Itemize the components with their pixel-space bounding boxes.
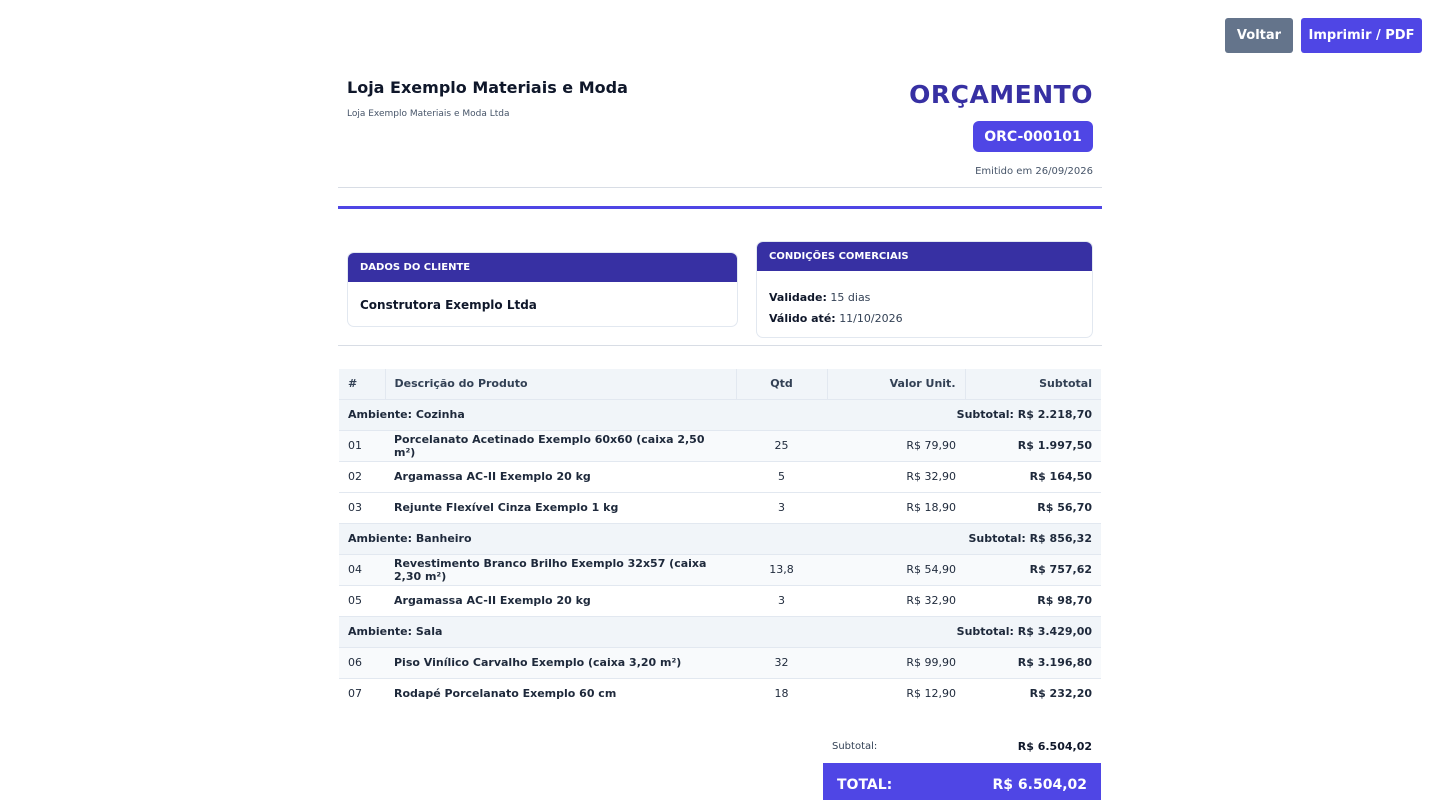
table-row: 05 Argamassa AC-II Exemplo 20 kg 3 R$ 32,90… xyxy=(339,584,1101,616)
validity-line: Validade: 15 dias xyxy=(769,287,1080,308)
item-subtotal: R$ 757,62 xyxy=(965,553,1101,585)
items-table-body: Ambiente: Cozinha Subtotal: R$ 2.218,70 01… xyxy=(339,398,1101,709)
item-quantity: 32 xyxy=(736,646,827,678)
item-subtotal: R$ 1.997,50 xyxy=(965,429,1101,461)
item-quantity: 5 xyxy=(736,460,827,492)
table-row: 07 Rodapé Porcelanato Exemplo 60 cm 18 R$ 1… xyxy=(339,677,1101,709)
item-quantity: 13,8 xyxy=(736,553,827,585)
table-row: 04 Revestimento Branco Brilho Exemplo 32x… xyxy=(339,553,1101,585)
item-description: Porcelanato Acetinado Exemplo 60x60 (cai… xyxy=(385,429,736,461)
item-unit-price: R$ 32,90 xyxy=(827,584,965,616)
item-unit-price: R$ 99,90 xyxy=(827,646,965,678)
section-row: Ambiente: Sala Subtotal: R$ 3.429,00 xyxy=(339,615,1101,647)
conditions-card-heading: CONDIÇÕES COMERCIAIS xyxy=(757,242,1092,271)
total-bar: TOTAL: R$ 6.504,02 xyxy=(823,763,1101,800)
valid-until-label: Válido até: xyxy=(769,312,836,325)
accent-divider xyxy=(338,206,1102,209)
section-separator xyxy=(338,345,1102,346)
item-number: 04 xyxy=(339,553,385,585)
client-card-heading: DADOS DO CLIENTE xyxy=(348,253,737,282)
column-header-subtotal: Subtotal xyxy=(965,369,1101,399)
table-row: 03 Rejunte Flexível Cinza Exemplo 1 kg 3 R$… xyxy=(339,491,1101,523)
item-number: 02 xyxy=(339,460,385,492)
item-description: Rodapé Porcelanato Exemplo 60 cm xyxy=(385,677,736,709)
item-quantity: 3 xyxy=(736,491,827,523)
item-number: 01 xyxy=(339,429,385,461)
document-title: ORÇAMENTO xyxy=(909,80,1093,109)
item-unit-price: R$ 54,90 xyxy=(827,553,965,585)
item-number: 07 xyxy=(339,677,385,709)
print-pdf-button[interactable]: Imprimir / PDF xyxy=(1301,18,1422,53)
subtotal-value: R$ 6.504,02 xyxy=(1017,740,1092,753)
item-quantity: 18 xyxy=(736,677,827,709)
section-name: Ambiente: Sala xyxy=(339,615,736,647)
item-quantity: 3 xyxy=(736,584,827,616)
conditions-card: CONDIÇÕES COMERCIAIS Validade: 15 dias V… xyxy=(756,241,1093,338)
item-unit-price: R$ 12,90 xyxy=(827,677,965,709)
item-unit-price: R$ 32,90 xyxy=(827,460,965,492)
item-description: Argamassa AC-II Exemplo 20 kg xyxy=(385,584,736,616)
table-header-row: # Descrição do Produto Qtd Valor Unit. S… xyxy=(339,369,1101,399)
total-label: TOTAL: xyxy=(837,777,893,793)
section-row: Ambiente: Banheiro Subtotal: R$ 856,32 xyxy=(339,522,1101,554)
section-name: Ambiente: Cozinha xyxy=(339,398,736,430)
valid-until-line: Válido até: 11/10/2026 xyxy=(769,308,1080,329)
item-description: Revestimento Branco Brilho Exemplo 32x57… xyxy=(385,553,736,585)
column-header-unit-price: Valor Unit. xyxy=(827,369,966,399)
section-subtotal: Subtotal: R$ 856,32 xyxy=(736,522,1101,554)
section-row: Ambiente: Cozinha Subtotal: R$ 2.218,70 xyxy=(339,398,1101,430)
section-subtotal: Subtotal: R$ 3.429,00 xyxy=(736,615,1101,647)
document-number-badge: ORC-000101 xyxy=(973,121,1093,152)
item-unit-price: R$ 18,90 xyxy=(827,491,965,523)
company-name: Loja Exemplo Materiais e Moda xyxy=(347,78,628,97)
item-unit-price: R$ 79,90 xyxy=(827,429,965,461)
item-subtotal: R$ 164,50 xyxy=(965,460,1101,492)
item-description: Piso Vinílico Carvalho Exemplo (caixa 3,… xyxy=(385,646,736,678)
table-row: 01 Porcelanato Acetinado Exemplo 60x60 (c… xyxy=(339,429,1101,461)
item-subtotal: R$ 232,20 xyxy=(965,677,1101,709)
column-header-number: # xyxy=(339,369,386,399)
column-header-description: Descrição do Produto xyxy=(385,369,737,399)
table-row: 02 Argamassa AC-II Exemplo 20 kg 5 R$ 32,90… xyxy=(339,460,1101,492)
table-row: 06 Piso Vinílico Carvalho Exemplo (caixa … xyxy=(339,646,1101,678)
quote-document: Loja Exemplo Materiais e Moda Loja Exemp… xyxy=(338,0,1102,800)
item-subtotal: R$ 56,70 xyxy=(965,491,1101,523)
validity-label: Validade: xyxy=(769,291,827,304)
company-legal-name: Loja Exemplo Materiais e Moda Ltda xyxy=(347,109,510,119)
client-card: DADOS DO CLIENTE Construtora Exemplo Ltd… xyxy=(347,252,738,327)
back-button[interactable]: Voltar xyxy=(1225,18,1293,53)
item-description: Rejunte Flexível Cinza Exemplo 1 kg xyxy=(385,491,736,523)
items-table: # Descrição do Produto Qtd Valor Unit. S… xyxy=(339,369,1101,709)
validity-value: 15 dias xyxy=(830,291,871,304)
conditions-body: Validade: 15 dias Válido até: 11/10/2026 xyxy=(757,271,1092,329)
item-number: 05 xyxy=(339,584,385,616)
column-header-quantity: Qtd xyxy=(736,369,828,399)
section-name: Ambiente: Banheiro xyxy=(339,522,736,554)
section-subtotal: Subtotal: R$ 2.218,70 xyxy=(736,398,1101,430)
top-actions: Voltar Imprimir / PDF xyxy=(1225,18,1422,53)
item-number: 03 xyxy=(339,491,385,523)
total-value: R$ 6.504,02 xyxy=(992,777,1087,793)
client-name: Construtora Exemplo Ltda xyxy=(360,298,537,312)
valid-until-value: 11/10/2026 xyxy=(839,312,903,325)
subtotal-label: Subtotal: xyxy=(832,741,878,752)
document-header: Loja Exemplo Materiais e Moda Loja Exemp… xyxy=(338,0,1102,188)
item-subtotal: R$ 98,70 xyxy=(965,584,1101,616)
item-subtotal: R$ 3.196,80 xyxy=(965,646,1101,678)
item-description: Argamassa AC-II Exemplo 20 kg xyxy=(385,460,736,492)
issue-date: Emitido em 26/09/2026 xyxy=(975,166,1093,177)
item-number: 06 xyxy=(339,646,385,678)
item-quantity: 25 xyxy=(736,429,827,461)
